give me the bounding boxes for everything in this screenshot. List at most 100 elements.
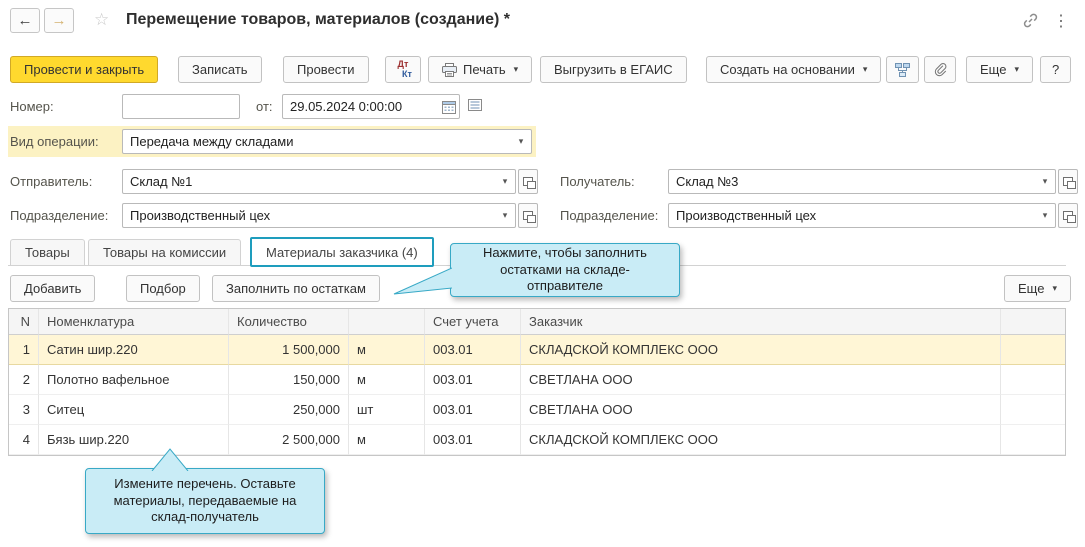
- pick-items-button[interactable]: Подбор: [126, 275, 200, 302]
- cell-unit: шт: [349, 395, 425, 425]
- post-button[interactable]: Провести: [283, 56, 369, 83]
- department-left-dropdown-icon[interactable]: ▾: [495, 204, 515, 227]
- cell-item: Бязь шир.220: [39, 425, 229, 455]
- related-documents-icon: [895, 63, 910, 77]
- number-field[interactable]: [122, 94, 240, 119]
- department-left-input[interactable]: [123, 204, 495, 227]
- cell-empty: [1001, 335, 1065, 365]
- cell-qty: 150,000: [229, 365, 349, 395]
- cell-account: 003.01: [425, 365, 521, 395]
- tab-goods-on-commission[interactable]: Товары на комиссии: [88, 239, 241, 266]
- calendar-icon: [442, 100, 456, 114]
- add-row-button[interactable]: Добавить: [10, 275, 95, 302]
- link-icon: [1022, 12, 1039, 29]
- sender-field[interactable]: ▾: [122, 169, 516, 194]
- callout-tail: [390, 262, 452, 298]
- cell-n: 1: [9, 335, 39, 365]
- tab-goods[interactable]: Товары: [10, 239, 85, 266]
- col-header-n[interactable]: N: [9, 309, 39, 335]
- fill-by-stock-button[interactable]: Заполнить по остаткам: [212, 275, 380, 302]
- save-button[interactable]: Записать: [178, 56, 262, 83]
- date-input[interactable]: [283, 95, 439, 118]
- cell-empty: [1001, 425, 1065, 455]
- cell-item: Полотно вафельное: [39, 365, 229, 395]
- open-form-icon: [1063, 177, 1073, 186]
- forward-button[interactable]: →: [44, 8, 74, 33]
- table-row[interactable]: 1 Сатин шир.220 1 500,000 м 003.01 СКЛАД…: [9, 335, 1065, 365]
- tab-label: Товары на комиссии: [103, 245, 226, 260]
- table-row[interactable]: 3 Ситец 250,000 шт 003.01 СВЕТЛАНА ООО: [9, 395, 1065, 425]
- col-header-account[interactable]: Счет учета: [425, 309, 521, 335]
- col-header-customer[interactable]: Заказчик: [521, 309, 1001, 335]
- attachments-button[interactable]: [924, 56, 956, 83]
- cell-customer: СКЛАДСКОЙ КОМПЛЕКС ООО: [521, 425, 1001, 455]
- egais-upload-button[interactable]: Выгрузить в ЕГАИС: [540, 56, 687, 83]
- post-and-close-button[interactable]: Провести и закрыть: [10, 56, 158, 83]
- number-input[interactable]: [123, 95, 239, 118]
- col-header-unit[interactable]: [349, 309, 425, 335]
- receiver-open-button[interactable]: [1058, 169, 1078, 194]
- cell-qty: 250,000: [229, 395, 349, 425]
- col-header-item[interactable]: Номенклатура: [39, 309, 229, 335]
- list-icon: [468, 99, 482, 111]
- open-form-icon: [523, 211, 533, 220]
- get-link-icon[interactable]: [1022, 12, 1039, 32]
- favorite-star-icon[interactable]: ☆: [94, 10, 109, 30]
- department-left-open-button[interactable]: [518, 203, 538, 228]
- printer-icon: [442, 63, 457, 77]
- department-left-label: Подразделение:: [10, 208, 108, 223]
- table-row[interactable]: 2 Полотно вафельное 150,000 м 003.01 СВЕ…: [9, 365, 1065, 395]
- list-view-button[interactable]: [468, 99, 482, 111]
- col-header-qty[interactable]: Количество: [229, 309, 349, 335]
- department-right-label: Подразделение:: [560, 208, 658, 223]
- cell-account: 003.01: [425, 395, 521, 425]
- cell-account: 003.01: [425, 335, 521, 365]
- calendar-button[interactable]: [439, 95, 459, 118]
- page-title: Перемещение товаров, материалов (создани…: [126, 11, 510, 29]
- app: { "window": { "title": "Перемещение това…: [0, 0, 1085, 547]
- fill-hint-callout: Нажмите, чтобы заполнить остатками на ск…: [450, 243, 680, 297]
- debit-credit-button[interactable]: ДтКт: [385, 56, 421, 83]
- number-label: Номер:: [10, 99, 54, 114]
- department-right-open-button[interactable]: [1058, 203, 1078, 228]
- cell-item: Ситец: [39, 395, 229, 425]
- receiver-field[interactable]: ▾: [668, 169, 1056, 194]
- table-more-button[interactable]: Еще ▾: [1004, 275, 1071, 302]
- sender-label: Отправитель:: [10, 174, 92, 189]
- date-field[interactable]: [282, 94, 460, 119]
- related-documents-button[interactable]: [886, 56, 919, 83]
- receiver-input[interactable]: [669, 170, 1035, 193]
- cell-account: 003.01: [425, 425, 521, 455]
- help-button[interactable]: ?: [1040, 56, 1071, 83]
- back-button[interactable]: ←: [10, 8, 40, 33]
- department-right-field[interactable]: ▾: [668, 203, 1056, 228]
- sender-open-button[interactable]: [518, 169, 538, 194]
- col-header-empty: [1001, 309, 1065, 335]
- operation-field[interactable]: ▾: [122, 129, 532, 154]
- cell-unit: м: [349, 425, 425, 455]
- create-based-on-button[interactable]: Создать на основании ▾: [706, 56, 881, 83]
- debit-credit-icon: ДтКт: [394, 60, 412, 79]
- print-button[interactable]: Печать ▾: [428, 56, 532, 83]
- list-hint-callout: Измените перечень. Оставьте материалы, п…: [85, 468, 325, 534]
- sender-dropdown-icon[interactable]: ▾: [495, 170, 515, 193]
- cell-qty: 2 500,000: [229, 425, 349, 455]
- operation-input[interactable]: [123, 130, 511, 153]
- cell-unit: м: [349, 335, 425, 365]
- create-based-on-label: Создать на основании: [720, 62, 855, 77]
- more-actions-button[interactable]: Еще ▾: [966, 56, 1033, 83]
- more-actions-label: Еще: [980, 62, 1006, 77]
- cell-n: 2: [9, 365, 39, 395]
- operation-dropdown-icon[interactable]: ▾: [511, 130, 531, 153]
- paperclip-icon: [933, 63, 947, 77]
- receiver-label: Получатель:: [560, 174, 635, 189]
- table-more-label: Еще: [1018, 281, 1044, 296]
- callout-tail: [140, 447, 200, 471]
- department-right-dropdown-icon[interactable]: ▾: [1035, 204, 1055, 227]
- department-right-input[interactable]: [669, 204, 1035, 227]
- department-left-field[interactable]: ▾: [122, 203, 516, 228]
- receiver-dropdown-icon[interactable]: ▾: [1035, 170, 1055, 193]
- sender-input[interactable]: [123, 170, 495, 193]
- more-menu-icon[interactable]: ⋮: [1053, 11, 1069, 31]
- main-toolbar: Провести и закрыть Записать Провести ДтК…: [0, 56, 1085, 83]
